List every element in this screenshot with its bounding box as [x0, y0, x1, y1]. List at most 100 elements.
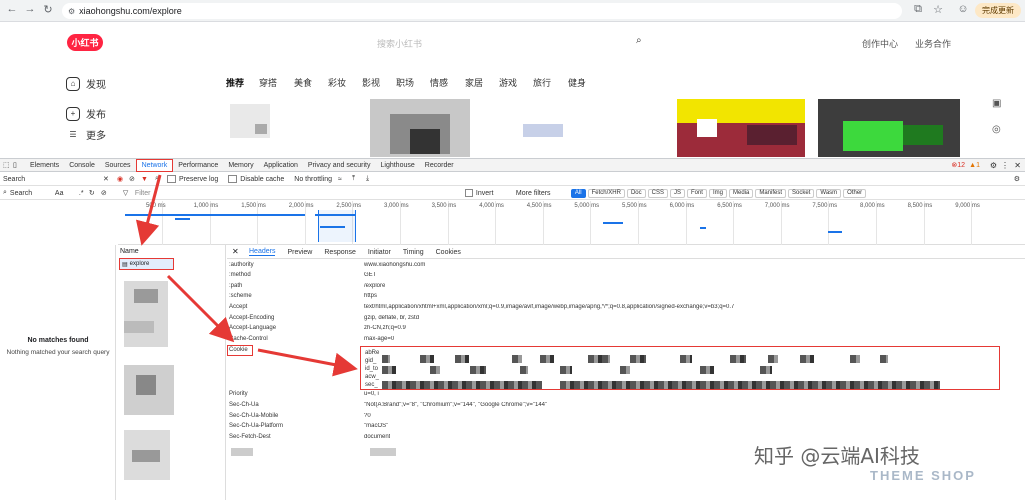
error-count[interactable]: ⊗12: [951, 161, 965, 169]
invert-checkbox[interactable]: [464, 189, 473, 197]
request-row-explore[interactable]: ▤ explore: [119, 258, 174, 270]
detail-tab-timing[interactable]: Timing: [403, 249, 424, 256]
detail-tab-preview[interactable]: Preview: [287, 249, 312, 256]
address-bar[interactable]: ⚙ xiaohongshu.com/explore: [62, 3, 902, 19]
category-tab[interactable]: 推荐: [226, 76, 244, 89]
devtools-tab-privacy-and-security[interactable]: Privacy and security: [303, 159, 376, 172]
devtools-tab-memory[interactable]: Memory: [223, 159, 258, 172]
devtools-tab-lighthouse[interactable]: Lighthouse: [376, 159, 420, 172]
header-value[interactable]: max-age=0: [364, 336, 394, 342]
xhs-logo[interactable]: 小红书: [67, 34, 103, 51]
reload-icon[interactable]: ↻: [40, 3, 56, 16]
network-conditions-icon[interactable]: ≈: [338, 176, 352, 183]
header-value[interactable]: "macOS": [364, 423, 388, 429]
header-value[interactable]: https: [364, 293, 377, 299]
header-value[interactable]: /explore: [364, 283, 385, 289]
header-value[interactable]: document: [364, 434, 390, 440]
type-filter-doc[interactable]: Doc: [626, 188, 646, 198]
type-filter-css[interactable]: CSS: [647, 188, 668, 198]
sidebar-item-publish[interactable]: + 发布: [66, 106, 106, 121]
search-input[interactable]: 搜索小红书: [377, 37, 422, 50]
header-value[interactable]: www.xiaohongshu.com: [364, 262, 425, 268]
devtools-tab-network[interactable]: Network: [135, 158, 174, 172]
request-row[interactable]: [124, 281, 168, 347]
type-filter-media[interactable]: Media: [729, 188, 754, 198]
finish-update-button[interactable]: 完成更新: [975, 3, 1021, 18]
search-network-icon[interactable]: ⌕: [155, 175, 167, 183]
filter-input[interactable]: Filter: [135, 190, 465, 197]
disable-cache-checkbox[interactable]: [228, 175, 238, 183]
preserve-log-checkbox[interactable]: [167, 175, 176, 183]
type-filter-img[interactable]: Img: [708, 188, 727, 198]
category-tab[interactable]: 影视: [362, 76, 380, 89]
site-info-icon[interactable]: ⚙: [68, 7, 75, 16]
more-filters-dropdown[interactable]: More filters: [516, 190, 571, 197]
type-filter-font[interactable]: Font: [686, 188, 707, 198]
device-toolbar-icon[interactable]: ▯: [13, 161, 25, 169]
header-value[interactable]: u=0, i: [364, 391, 379, 397]
devtools-tab-elements[interactable]: Elements: [25, 159, 64, 172]
header-value[interactable]: ?0: [364, 413, 371, 419]
header-value[interactable]: "Not(A:Brand";v="8", "Chromium";v="144",…: [364, 402, 547, 408]
search-query-input[interactable]: Search: [10, 190, 55, 197]
export-har-icon[interactable]: ⤓: [366, 175, 380, 183]
category-tab[interactable]: 家居: [465, 76, 483, 89]
category-tab[interactable]: 穿搭: [259, 76, 277, 89]
devtools-tab-sources[interactable]: Sources: [100, 159, 136, 172]
request-row[interactable]: [124, 430, 170, 480]
creator-center-link[interactable]: 创作中心: [862, 37, 898, 50]
back-icon[interactable]: ←: [4, 3, 20, 15]
header-value[interactable]: zh-CN,zh;q=0.9: [364, 325, 406, 331]
devtools-tab-performance[interactable]: Performance: [173, 159, 223, 172]
network-settings-icon[interactable]: ⚙: [1014, 175, 1020, 183]
detail-tab-cookies[interactable]: Cookies: [436, 249, 461, 256]
sidebar-item-discover[interactable]: ⌂ 发现: [66, 76, 106, 91]
header-value[interactable]: GET: [364, 272, 376, 278]
type-filter-wasm[interactable]: Wasm: [816, 188, 842, 198]
feed-thumbnail[interactable]: [677, 99, 805, 157]
devtools-tab-console[interactable]: Console: [64, 159, 100, 172]
warning-count[interactable]: ▲1: [969, 162, 980, 169]
detail-tab-response[interactable]: Response: [324, 249, 356, 256]
detail-tab-initiator[interactable]: Initiator: [368, 249, 391, 256]
match-case-toggle[interactable]: Aa: [55, 190, 79, 197]
type-filter-fetchxhr[interactable]: Fetch/XHR: [587, 188, 625, 198]
close-search-icon[interactable]: ✕: [103, 175, 117, 183]
refresh-search-icon[interactable]: ↻: [89, 189, 101, 197]
close-detail-icon[interactable]: ✕: [232, 247, 239, 256]
feed-thumbnail[interactable]: [370, 99, 470, 157]
feed-thumbnail[interactable]: [818, 99, 960, 157]
type-filter-js[interactable]: JS: [669, 188, 685, 198]
kebab-menu-icon[interactable]: ⋮: [1001, 161, 1009, 170]
clear-search-icon[interactable]: ⊘: [101, 189, 115, 197]
app-download-icon[interactable]: ▣: [992, 98, 1001, 109]
header-value[interactable]: gzip, deflate, br, zstd: [364, 315, 419, 321]
category-tab[interactable]: 健身: [568, 76, 586, 89]
filter-icon[interactable]: ▼: [141, 176, 155, 183]
forward-icon[interactable]: →: [22, 3, 38, 15]
category-tab[interactable]: 美食: [294, 76, 312, 89]
request-row[interactable]: [124, 365, 174, 415]
import-har-icon[interactable]: ⤒: [352, 175, 366, 183]
settings-gear-icon[interactable]: ⚙: [990, 161, 997, 170]
type-filter-all[interactable]: All: [570, 188, 586, 198]
detail-tab-headers[interactable]: Headers: [249, 248, 276, 256]
type-filter-manifest[interactable]: Manifest: [755, 188, 787, 198]
feed-thumbnail[interactable]: [230, 104, 270, 138]
timeline-selection[interactable]: [318, 210, 356, 242]
help-icon[interactable]: ◎: [992, 124, 1001, 135]
clear-icon[interactable]: ⊘: [129, 175, 141, 183]
category-tab[interactable]: 职场: [396, 76, 414, 89]
category-tab[interactable]: 彩妆: [328, 76, 346, 89]
profile-icon[interactable]: ☺: [955, 3, 971, 15]
category-tab[interactable]: 旅行: [533, 76, 551, 89]
feed-thumbnail[interactable]: [523, 124, 563, 137]
record-icon[interactable]: ◉: [117, 175, 129, 183]
type-filter-socket[interactable]: Socket: [788, 188, 815, 198]
throttling-select[interactable]: No throttling: [294, 176, 332, 183]
category-tab[interactable]: 游戏: [499, 76, 517, 89]
sidebar-item-more[interactable]: ☰ 更多: [66, 127, 106, 142]
header-value[interactable]: text/html,application/xhtml+xml,applicat…: [364, 304, 734, 310]
devtools-tab-application[interactable]: Application: [259, 159, 303, 172]
name-column-header[interactable]: Name: [120, 248, 139, 255]
